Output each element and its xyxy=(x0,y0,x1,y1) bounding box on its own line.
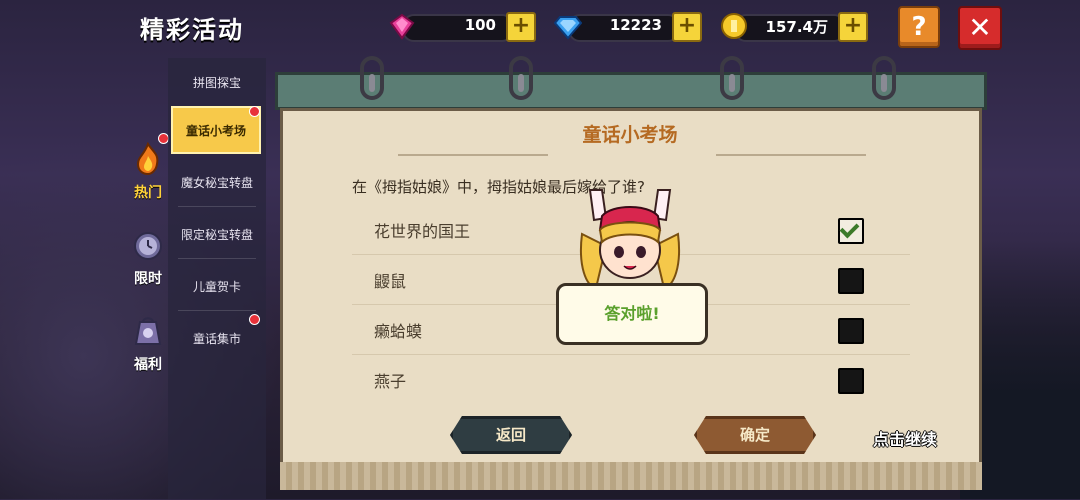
help-button[interactable]: ? xyxy=(898,6,940,48)
option-label: 癞蛤蟆 xyxy=(374,322,423,341)
resource-blue-diamond: 12223 + xyxy=(554,12,702,42)
binder-ring-icon xyxy=(509,56,533,100)
sidebar-item-witch-wheel[interactable]: 魔女秘宝转盘 xyxy=(168,158,266,206)
bunny-girl-character-icon xyxy=(580,189,680,290)
option-label: 燕子 xyxy=(374,372,407,391)
gold-coin-icon xyxy=(721,13,747,39)
tap-to-continue[interactable]: 点击继续 xyxy=(873,426,937,450)
flame-icon xyxy=(136,141,159,176)
divider xyxy=(178,310,256,311)
title-divider-right xyxy=(716,154,866,156)
add-pink-gem-button[interactable]: + xyxy=(506,12,536,42)
gold-coin-count: 157.4万 xyxy=(765,18,828,36)
confirm-button[interactable]: 确定 xyxy=(694,416,816,454)
category-label: 福利 xyxy=(134,357,162,373)
category-label: 限时 xyxy=(134,271,162,287)
back-button[interactable]: 返回 xyxy=(450,416,572,454)
gift-bag-icon xyxy=(134,317,162,345)
resource-pink-gem: 100 + xyxy=(388,12,536,42)
sidebar-item-puzzle[interactable]: 拼图探宝 xyxy=(168,58,266,106)
category-hot[interactable]: 热门 xyxy=(126,141,170,202)
page-title: 精彩活动 xyxy=(140,16,244,44)
option-label: 鼹鼠 xyxy=(374,272,407,291)
divider xyxy=(178,206,256,207)
category-limited[interactable]: 限时 xyxy=(126,228,170,288)
blue-diamond-icon xyxy=(554,16,582,40)
binder-ring-icon xyxy=(360,56,384,100)
option-checkbox[interactable] xyxy=(838,368,864,394)
quiz-option-row[interactable]: 燕子 xyxy=(352,356,910,404)
binder-ring-icon xyxy=(872,56,896,100)
category-welfare[interactable]: 福利 xyxy=(126,314,170,374)
pink-gem-count: 100 xyxy=(464,16,496,34)
add-gold-coin-button[interactable]: + xyxy=(838,12,868,42)
notification-dot xyxy=(249,106,260,117)
option-checkbox[interactable] xyxy=(838,268,864,294)
sidebar-item-limited-wheel[interactable]: 限定秘宝转盘 xyxy=(168,210,266,258)
notification-dot xyxy=(249,314,260,325)
close-button[interactable]: ✕ xyxy=(958,6,1002,50)
popup-text: 答对啦! xyxy=(604,304,660,323)
option-checkbox[interactable] xyxy=(838,318,864,344)
pink-gem-icon xyxy=(389,13,415,40)
sidebar-item-greeting-card[interactable]: 儿童贺卡 xyxy=(168,262,266,310)
clock-icon xyxy=(134,232,162,260)
blue-diamond-count: 12223 xyxy=(609,16,662,34)
correct-answer-popup: 答对啦! xyxy=(556,283,708,345)
option-label: 花世界的国王 xyxy=(374,222,471,241)
option-checkbox[interactable] xyxy=(838,218,864,244)
binder-ring-icon xyxy=(720,56,744,100)
category-label: 热门 xyxy=(134,185,162,201)
resource-gold-coin: 157.4万 + xyxy=(720,12,868,42)
panel-footer-trim xyxy=(280,462,982,490)
add-blue-diamond-button[interactable]: + xyxy=(672,12,702,42)
divider xyxy=(178,258,256,259)
title-divider-left xyxy=(398,154,548,156)
quiz-title: 童话小考场 xyxy=(582,124,678,146)
